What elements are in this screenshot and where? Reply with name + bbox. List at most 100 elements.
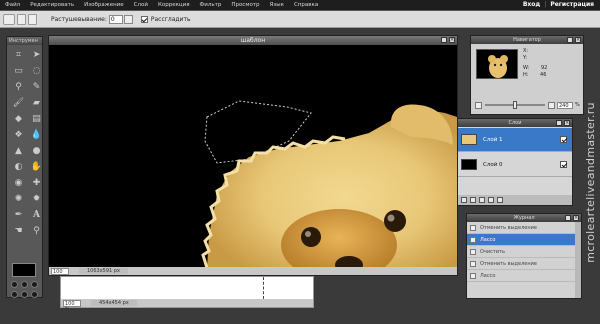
delete-layer-icon[interactable]: [497, 197, 503, 203]
layer-mask-icon[interactable]: [470, 197, 476, 203]
menu-edit[interactable]: Редактировать: [25, 2, 79, 8]
history-list: Отменить выделение Лассо Очистить Отмени…: [467, 222, 581, 282]
bucket-icon[interactable]: ◆: [12, 113, 25, 125]
history-scrollbar[interactable]: [575, 222, 581, 298]
history-item[interactable]: Лассо: [467, 234, 581, 246]
history-item[interactable]: Отменить выделение: [467, 258, 581, 270]
feather-input[interactable]: 0: [108, 14, 123, 24]
move-icon[interactable]: ➤: [30, 49, 43, 61]
layer-0-visibility-checkbox[interactable]: [560, 161, 567, 168]
feather-stepper[interactable]: [123, 14, 133, 24]
brush-icon[interactable]: 🖌: [12, 97, 25, 109]
menu-image[interactable]: Изображение: [79, 2, 129, 8]
lasso-icon[interactable]: ◌: [30, 65, 43, 77]
lasso-tool-icon[interactable]: [3, 13, 15, 25]
dot-icon[interactable]: [31, 281, 38, 288]
maximize-icon[interactable]: [441, 37, 447, 43]
close-icon[interactable]: ×: [575, 37, 581, 43]
layer-props-icon[interactable]: [461, 197, 467, 203]
navigator-panel: Навигатор × X: Y: W: 92 H: 46 240 %: [470, 35, 584, 115]
zoom-slider-thumb[interactable]: [513, 101, 517, 109]
minimize-icon[interactable]: [556, 120, 562, 126]
text-icon[interactable]: A: [30, 209, 43, 221]
zoom-value[interactable]: 240: [557, 101, 573, 109]
zoom-icon[interactable]: ⚲: [30, 225, 43, 237]
color-swatch[interactable]: [12, 263, 36, 277]
navigator-coords: X: Y: W: 92 H: 46: [523, 48, 581, 79]
new-layer-icon[interactable]: [488, 197, 494, 203]
layer-row-1[interactable]: Слой 1: [458, 128, 572, 152]
h-label: H:: [523, 72, 529, 78]
eraser-icon[interactable]: ▰: [30, 97, 43, 109]
dot-icon[interactable]: [11, 291, 18, 298]
clone-icon[interactable]: ❖: [12, 129, 25, 141]
wand-icon[interactable]: ⚲: [12, 81, 25, 93]
navigator-thumbnail[interactable]: [476, 49, 518, 79]
blur-icon[interactable]: 💧: [30, 129, 43, 141]
navigator-bear-preview: [488, 55, 508, 78]
dot-icon[interactable]: [21, 291, 28, 298]
sharpen-icon[interactable]: ▲: [12, 145, 25, 157]
menu-view[interactable]: Просмотр: [226, 2, 264, 8]
document-window-2: 100 % 454x454 px: [60, 276, 314, 313]
burn-icon[interactable]: ✋: [30, 161, 43, 173]
document-statusbar: 100 % 1063x591 px: [49, 267, 457, 281]
menu-adjust[interactable]: Коррекция: [153, 2, 195, 8]
zoom-in-button[interactable]: [548, 101, 555, 109]
document-2-canvas[interactable]: [61, 277, 313, 299]
dot-icon[interactable]: [31, 291, 38, 298]
menu-language[interactable]: Язык: [265, 2, 289, 8]
login-link[interactable]: Вход: [523, 1, 540, 8]
close-icon[interactable]: ×: [573, 215, 579, 221]
gradient-icon[interactable]: ▤: [30, 113, 43, 125]
close-icon[interactable]: ×: [564, 120, 570, 126]
history-item[interactable]: Лассо: [467, 270, 581, 282]
document-titlebar[interactable]: шаблон ×: [49, 36, 457, 45]
layers-title[interactable]: Слои ×: [458, 119, 572, 127]
selection-subtract-icon[interactable]: [28, 13, 37, 25]
menu-layer[interactable]: Слой: [129, 2, 153, 8]
bloat-icon[interactable]: ✺: [12, 193, 25, 205]
crop-icon[interactable]: ⌗: [12, 49, 25, 61]
history-item-label: Лассо: [480, 236, 496, 243]
redeye-icon[interactable]: ◉: [12, 177, 25, 189]
navigator-title[interactable]: Навигатор ×: [471, 36, 583, 44]
history-item[interactable]: Отменить выделение: [467, 222, 581, 234]
menu-help[interactable]: Справка: [289, 2, 323, 8]
minimize-icon[interactable]: [567, 37, 573, 43]
dot-icon[interactable]: [21, 281, 28, 288]
sponge-icon[interactable]: ●: [30, 145, 43, 157]
hand-icon[interactable]: ☚: [12, 225, 25, 237]
navigator-zoom-bar: 240 %: [475, 100, 581, 110]
zoom-slider[interactable]: [485, 101, 545, 109]
menu-filter[interactable]: Фильтр: [195, 2, 227, 8]
history-title[interactable]: Журнал ×: [467, 214, 581, 222]
register-link[interactable]: Регистрация: [550, 1, 594, 8]
antialias-checkbox[interactable]: [140, 15, 148, 23]
history-item[interactable]: Очистить: [467, 246, 581, 258]
dot-icon[interactable]: [11, 281, 18, 288]
history-item-label: Отменить выделение: [480, 224, 537, 231]
document-title: шаблон: [240, 37, 266, 44]
menu-file[interactable]: Файл: [0, 2, 25, 8]
menu-bar: Файл Редактировать Изображение Слой Корр…: [0, 0, 600, 11]
spot-heal-icon[interactable]: ✚: [30, 177, 43, 189]
dodge-icon[interactable]: ◐: [12, 161, 25, 173]
picker-icon[interactable]: ✒: [12, 209, 25, 221]
zoom-out-button[interactable]: [475, 101, 482, 109]
minimize-icon[interactable]: [565, 215, 571, 221]
tools-panel-title: Инструмен: [7, 37, 42, 45]
layer-1-visibility-checkbox[interactable]: [560, 136, 567, 143]
document-zoom[interactable]: 100 %: [51, 267, 69, 281]
close-icon[interactable]: ×: [449, 37, 455, 43]
pinch-icon[interactable]: ✹: [30, 193, 43, 205]
layer-folder-icon[interactable]: [479, 197, 485, 203]
layer-0-thumbnail: [461, 159, 477, 170]
document-2-zoom[interactable]: 100 %: [63, 299, 81, 313]
layer-row-0[interactable]: Слой 0: [458, 153, 572, 177]
selection-add-icon[interactable]: [17, 13, 26, 25]
pencil-icon[interactable]: ✎: [30, 81, 43, 93]
navigator-title-text: Навигатор: [513, 37, 541, 43]
marquee-icon[interactable]: ▭: [12, 65, 25, 77]
image-canvas[interactable]: [49, 45, 457, 268]
